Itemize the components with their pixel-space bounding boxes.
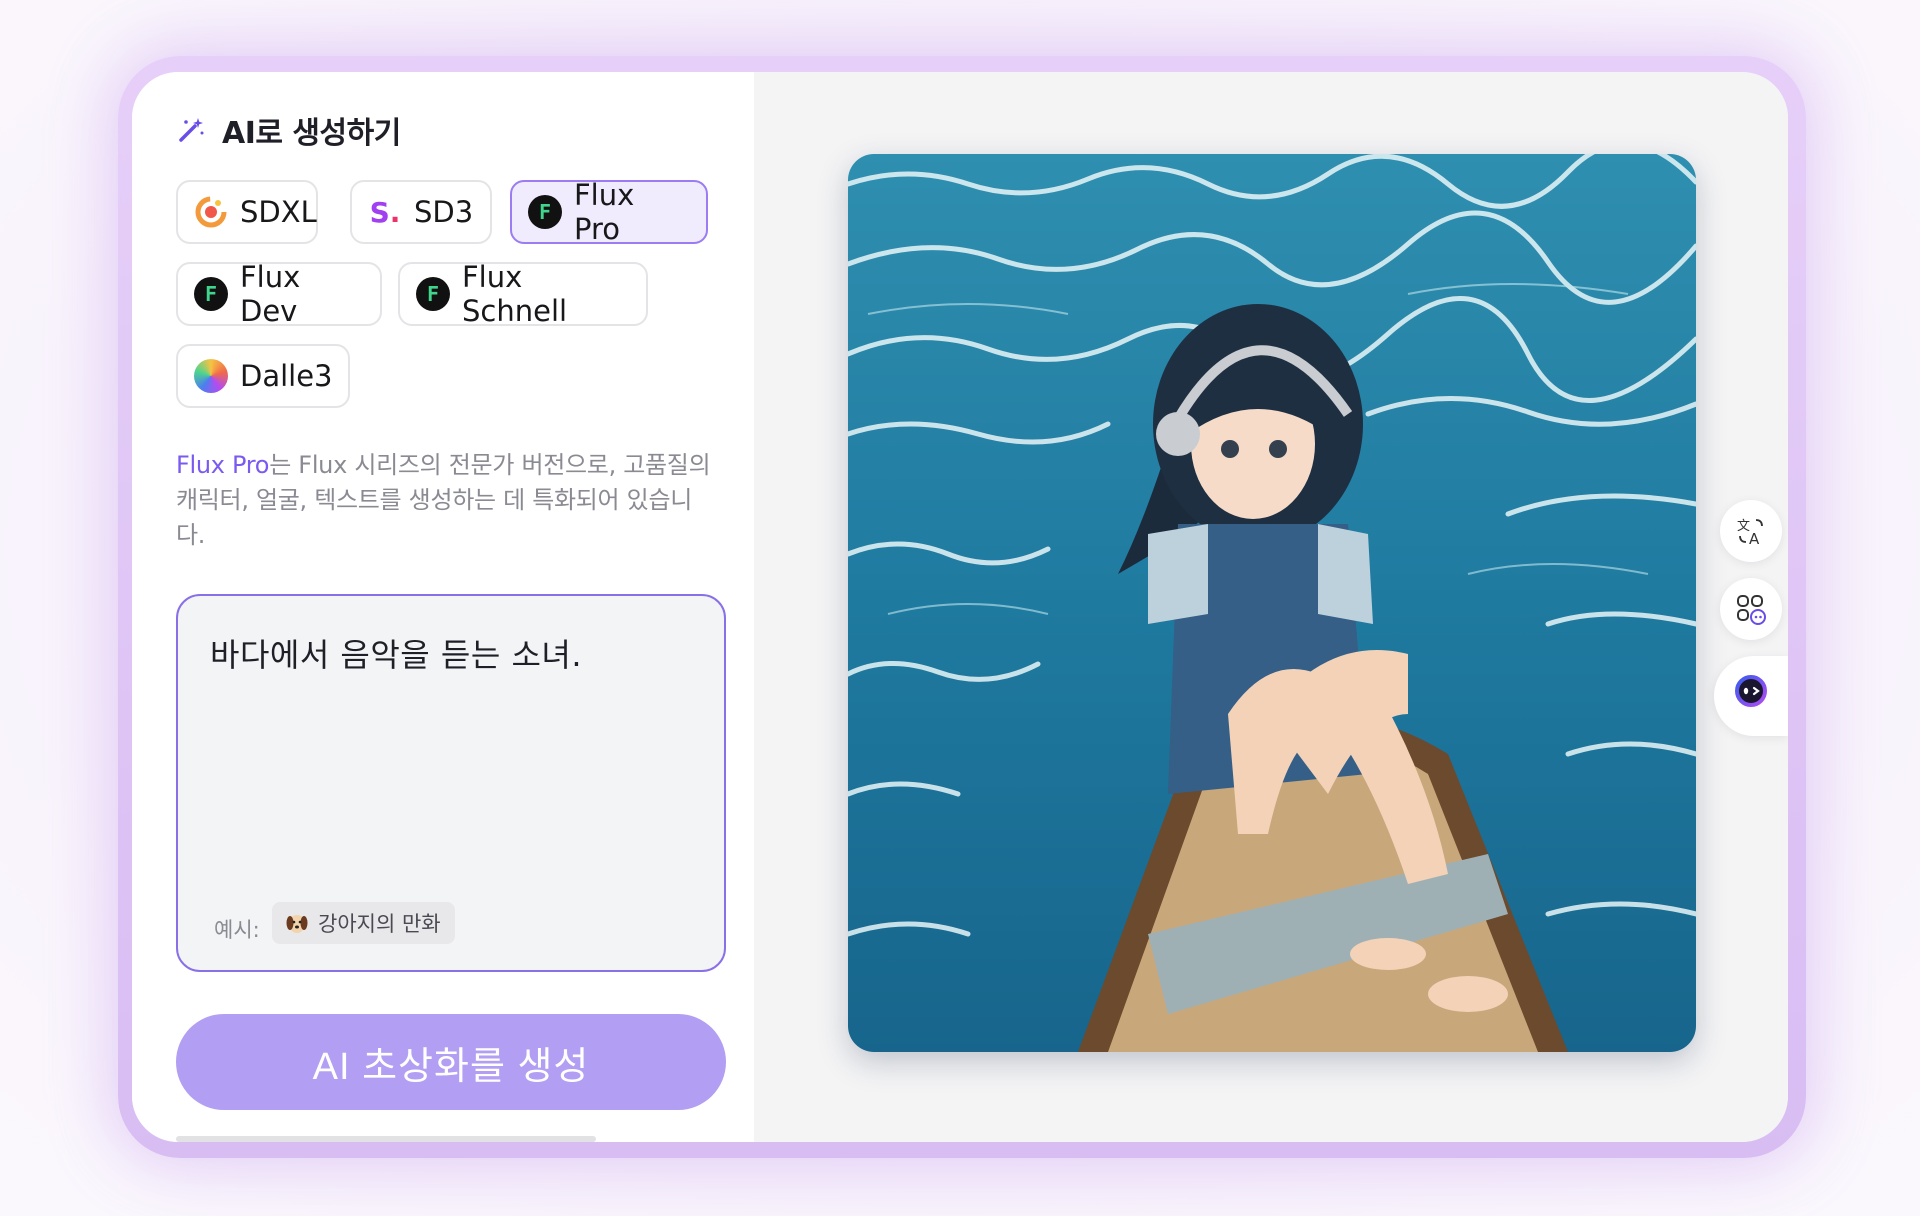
generator-panel: AI로 생성하기 SDXL S. SD3 F Flux Pro F Flux D…: [132, 72, 754, 1142]
translate-button[interactable]: 文 A: [1720, 500, 1782, 562]
svg-text:A: A: [1749, 530, 1760, 548]
model-option-flux-pro[interactable]: F Flux Pro: [510, 178, 708, 246]
model-option-sdxl[interactable]: SDXL: [176, 180, 318, 244]
prompt-textarea[interactable]: 바다에서 음악을 듣는 소녀. 예시: 강아지의 만화: [176, 594, 726, 972]
translate-icon: 文 A: [1737, 519, 1763, 548]
flux-logo-icon: F: [416, 277, 450, 311]
model-label: Flux Pro: [574, 178, 635, 246]
dog-emoji-icon: [286, 915, 308, 933]
flux-logo-icon: F: [528, 195, 562, 229]
model-option-dalle3[interactable]: Dalle3: [176, 344, 350, 408]
generate-button[interactable]: AI 초상화를 생성: [176, 1014, 726, 1110]
sdxl-logo-icon: [194, 195, 228, 229]
model-label: SD3: [414, 195, 474, 229]
anime-girl-ocean-illustration: [848, 154, 1696, 1052]
flux-logo-icon: F: [194, 277, 228, 311]
model-option-sd3[interactable]: S. SD3: [350, 180, 492, 244]
dalle-logo-icon: [194, 359, 228, 393]
horizontal-scrollbar[interactable]: [176, 1136, 596, 1142]
model-label: Flux Dev: [240, 260, 301, 328]
model-label: SDXL: [240, 195, 317, 229]
assistant-face-icon: [1735, 675, 1767, 707]
sd3-logo-icon: S.: [369, 195, 401, 229]
example-label: 예시:: [214, 918, 260, 942]
model-description: Flux Pro는 Flux 시리즈의 전문가 버전으로, 고품질의 캐릭터, …: [176, 448, 716, 553]
app-window: AI로 생성하기 SDXL S. SD3 F Flux Pro F Flux D…: [132, 72, 1788, 1142]
magic-wand-icon: [179, 118, 204, 142]
generated-image[interactable]: [848, 154, 1696, 1052]
panel-header: AI로 생성하기: [176, 108, 401, 152]
model-option-flux-schnell[interactable]: F Flux Schnell: [398, 260, 648, 328]
example-chip-label: 강아지의 만화: [318, 912, 441, 936]
apps-icon: [1737, 595, 1766, 625]
prompt-input-value[interactable]: 바다에서 음악을 듣는 소녀.: [210, 630, 582, 676]
model-name-highlight: Flux Pro: [176, 451, 270, 479]
model-label: Dalle3: [240, 359, 333, 393]
page-title: AI로 생성하기: [222, 116, 401, 151]
assistant-button[interactable]: [1720, 660, 1782, 722]
model-option-flux-dev[interactable]: F Flux Dev: [176, 260, 382, 328]
model-label: Flux Schnell: [462, 260, 568, 328]
example-prompt-chip[interactable]: 강아지의 만화: [272, 902, 455, 944]
apps-button[interactable]: [1720, 578, 1782, 640]
